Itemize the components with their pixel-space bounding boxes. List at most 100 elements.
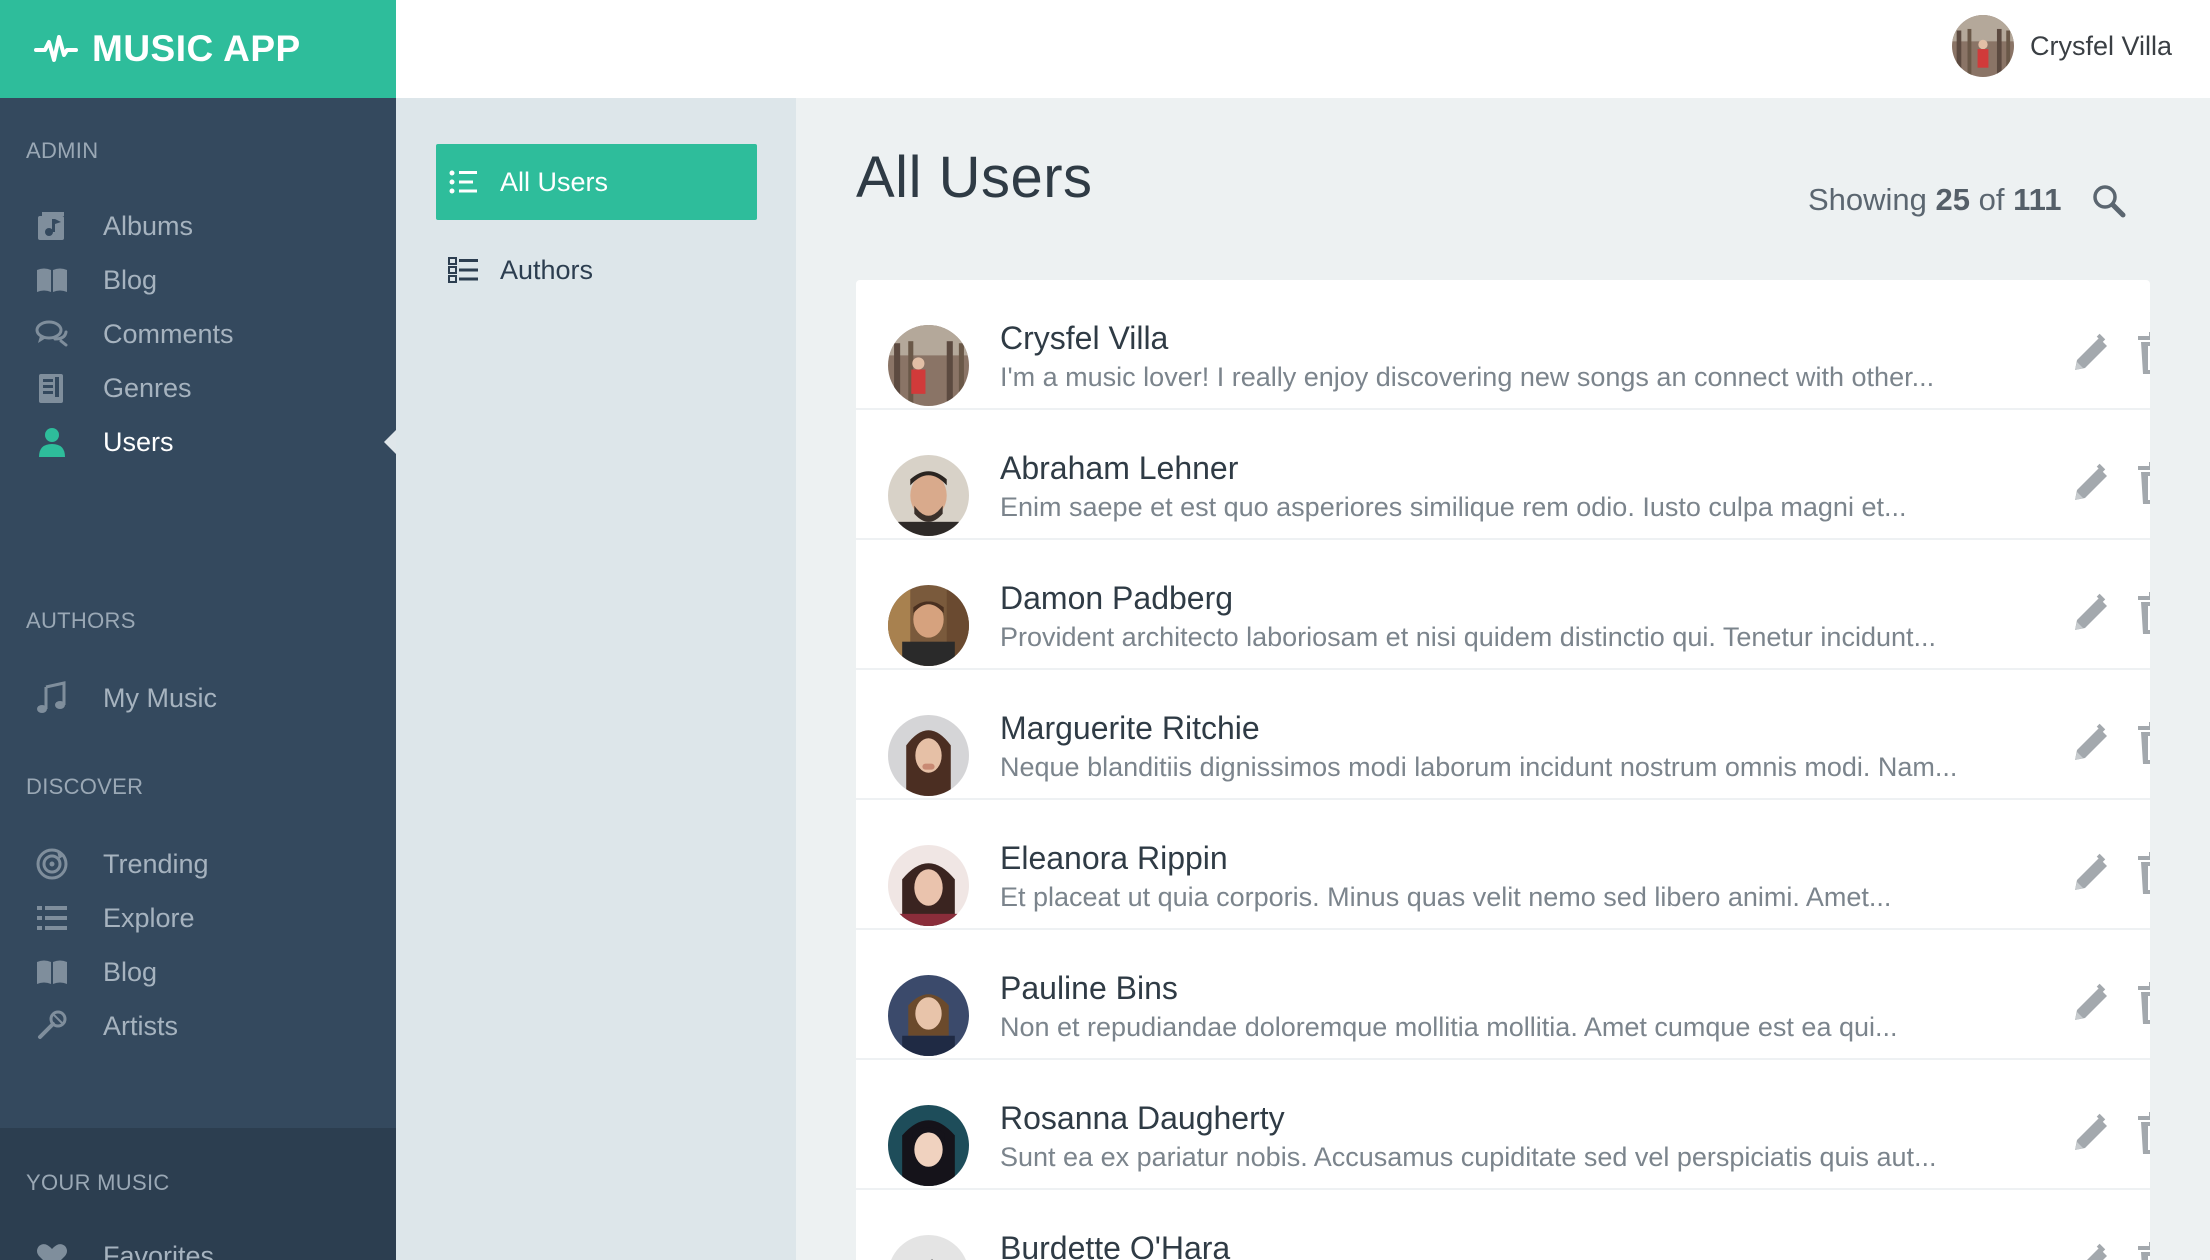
sidebar-item-label: Comments (103, 318, 234, 349)
list-item[interactable]: Eleanora Rippin Et placeat ut quia corpo… (856, 800, 2150, 930)
heart-icon (34, 1238, 70, 1260)
result-count-total: 111 (2013, 182, 2062, 217)
pencil-icon (2087, 1243, 2107, 1260)
pencil-icon (2075, 723, 2107, 760)
avatar (888, 585, 969, 666)
avatar (888, 325, 969, 406)
list-icon (34, 900, 70, 936)
delete-button[interactable] (2136, 330, 2150, 376)
edit-button[interactable] (2069, 852, 2113, 896)
pulse-logo-icon (34, 35, 78, 62)
user-name: Crysfel Villa (1000, 320, 1169, 356)
trash-icon (2138, 722, 2150, 764)
sidebar-section-admin: ADMIN (26, 138, 99, 163)
book-icon (34, 954, 70, 990)
user-name: Marguerite Ritchie (1000, 710, 1260, 746)
list-item[interactable]: Burdette O'Hara (856, 1190, 2150, 1260)
user-name: Damon Padberg (1000, 580, 1234, 616)
edit-button[interactable] (2069, 1242, 2113, 1260)
edit-button[interactable] (2069, 592, 2113, 636)
user-description: Enim saepe et est quo asperiores similiq… (1000, 492, 1907, 522)
list-item[interactable]: Marguerite Ritchie Neque blanditiis dign… (856, 670, 2150, 800)
avatar (888, 1105, 969, 1186)
trash-icon (2138, 592, 2150, 634)
edit-button[interactable] (2069, 1112, 2113, 1156)
user-icon (34, 424, 70, 460)
delete-button[interactable] (2136, 850, 2150, 896)
sidebar-item-label: Favorites (103, 1240, 215, 1260)
topbar: Crysfel Villa (396, 0, 2210, 98)
app-title: MUSIC APP (92, 28, 301, 69)
sidebar-item-users[interactable]: Users (0, 410, 396, 474)
list-item[interactable]: Rosanna Daugherty Sunt ea ex pariatur no… (856, 1060, 2150, 1190)
page-title: All Users (856, 145, 1093, 210)
user-name: Rosanna Daugherty (1000, 1100, 1285, 1136)
subnav-item-label: Authors (500, 254, 594, 285)
list-item[interactable]: Pauline Bins Non et repudiandae doloremq… (856, 930, 2150, 1060)
user-description: Sunt ea ex pariatur nobis. Accusamus cup… (1000, 1142, 1937, 1172)
delete-button[interactable] (2136, 460, 2150, 506)
user-description: Et placeat ut quia corporis. Minus quas … (1000, 882, 1892, 912)
user-description: Neque blanditiis dignissimos modi laboru… (1000, 752, 1958, 782)
pencil-icon (2075, 463, 2107, 500)
edit-button[interactable] (2069, 722, 2113, 766)
result-count-shown: 25 (1935, 182, 1971, 217)
avatar (888, 455, 969, 536)
user-name: Abraham Lehner (1000, 450, 1239, 486)
avatar (888, 845, 969, 926)
sidebar-item-my-music[interactable]: My Music (0, 666, 396, 730)
result-count-of: of (1978, 182, 2005, 217)
pencil-icon (2075, 1113, 2107, 1150)
user-description: I'm a music lover! I really enjoy discov… (1000, 362, 1935, 392)
list-item[interactable]: Crysfel Villa I'm a music lover! I reall… (856, 280, 2150, 410)
sidebar-section-your-music: YOUR MUSIC (26, 1170, 170, 1195)
avatar (888, 1235, 969, 1260)
sidebar-section-discover: DISCOVER (26, 774, 144, 799)
microphone-icon (34, 1008, 70, 1044)
sidebar-item-favorites[interactable]: Favorites (0, 1224, 396, 1260)
sidebar-item-label: Blog (103, 264, 158, 295)
subnav-item-all-users[interactable]: All Users (436, 144, 757, 220)
sidebar-item-label: Albums (103, 210, 194, 241)
sidebar-item-label: Users (103, 426, 174, 457)
trash-icon (2138, 1242, 2150, 1260)
active-indicator (384, 430, 396, 454)
trash-icon (2138, 462, 2150, 504)
avatar (1951, 15, 2014, 77)
brand[interactable]: MUSIC APP (0, 0, 396, 98)
trending-disc-icon (34, 846, 70, 882)
trash-icon (2138, 332, 2150, 374)
avatar (888, 715, 969, 796)
delete-button[interactable] (2136, 980, 2150, 1026)
list-item[interactable]: Abraham Lehner Enim saepe et est quo asp… (856, 410, 2150, 540)
user-menu[interactable]: Crysfel Villa (1951, 15, 2172, 77)
sidebar-item-label: Explore (103, 902, 195, 933)
subnav-item-label: All Users (500, 166, 609, 197)
sidebar: ADMIN Albums Blog Comments Genres Users … (0, 98, 396, 1128)
comments-icon (34, 316, 70, 352)
sidebar-item-label: My Music (103, 682, 217, 713)
list-icon (448, 168, 480, 196)
edit-button[interactable] (2069, 982, 2113, 1026)
pencil-icon (2075, 333, 2107, 370)
edit-button[interactable] (2069, 332, 2113, 376)
delete-button[interactable] (2136, 590, 2150, 636)
user-description: Non et repudiandae doloremque mollitia m… (1000, 1012, 1898, 1042)
album-icon (34, 208, 70, 244)
pencil-icon (2075, 983, 2107, 1020)
list-item[interactable]: Damon Padberg Provident architecto labor… (856, 540, 2150, 670)
delete-button[interactable] (2136, 1110, 2150, 1156)
sidebar-item-artists[interactable]: Artists (0, 994, 396, 1058)
trash-icon (2138, 1112, 2150, 1154)
sidebar-section-authors: AUTHORS (26, 608, 136, 633)
book-icon (34, 262, 70, 298)
user-name: Pauline Bins (1000, 970, 1178, 1006)
trash-icon (2138, 982, 2150, 1024)
search-button[interactable] (2090, 182, 2128, 220)
delete-button[interactable] (2136, 1240, 2150, 1260)
edit-button[interactable] (2069, 462, 2113, 506)
subnav-item-authors[interactable]: Authors (436, 232, 757, 308)
delete-button[interactable] (2136, 720, 2150, 766)
user-name: Eleanora Rippin (1000, 840, 1228, 876)
result-count-prefix: Showing (1808, 182, 1927, 217)
